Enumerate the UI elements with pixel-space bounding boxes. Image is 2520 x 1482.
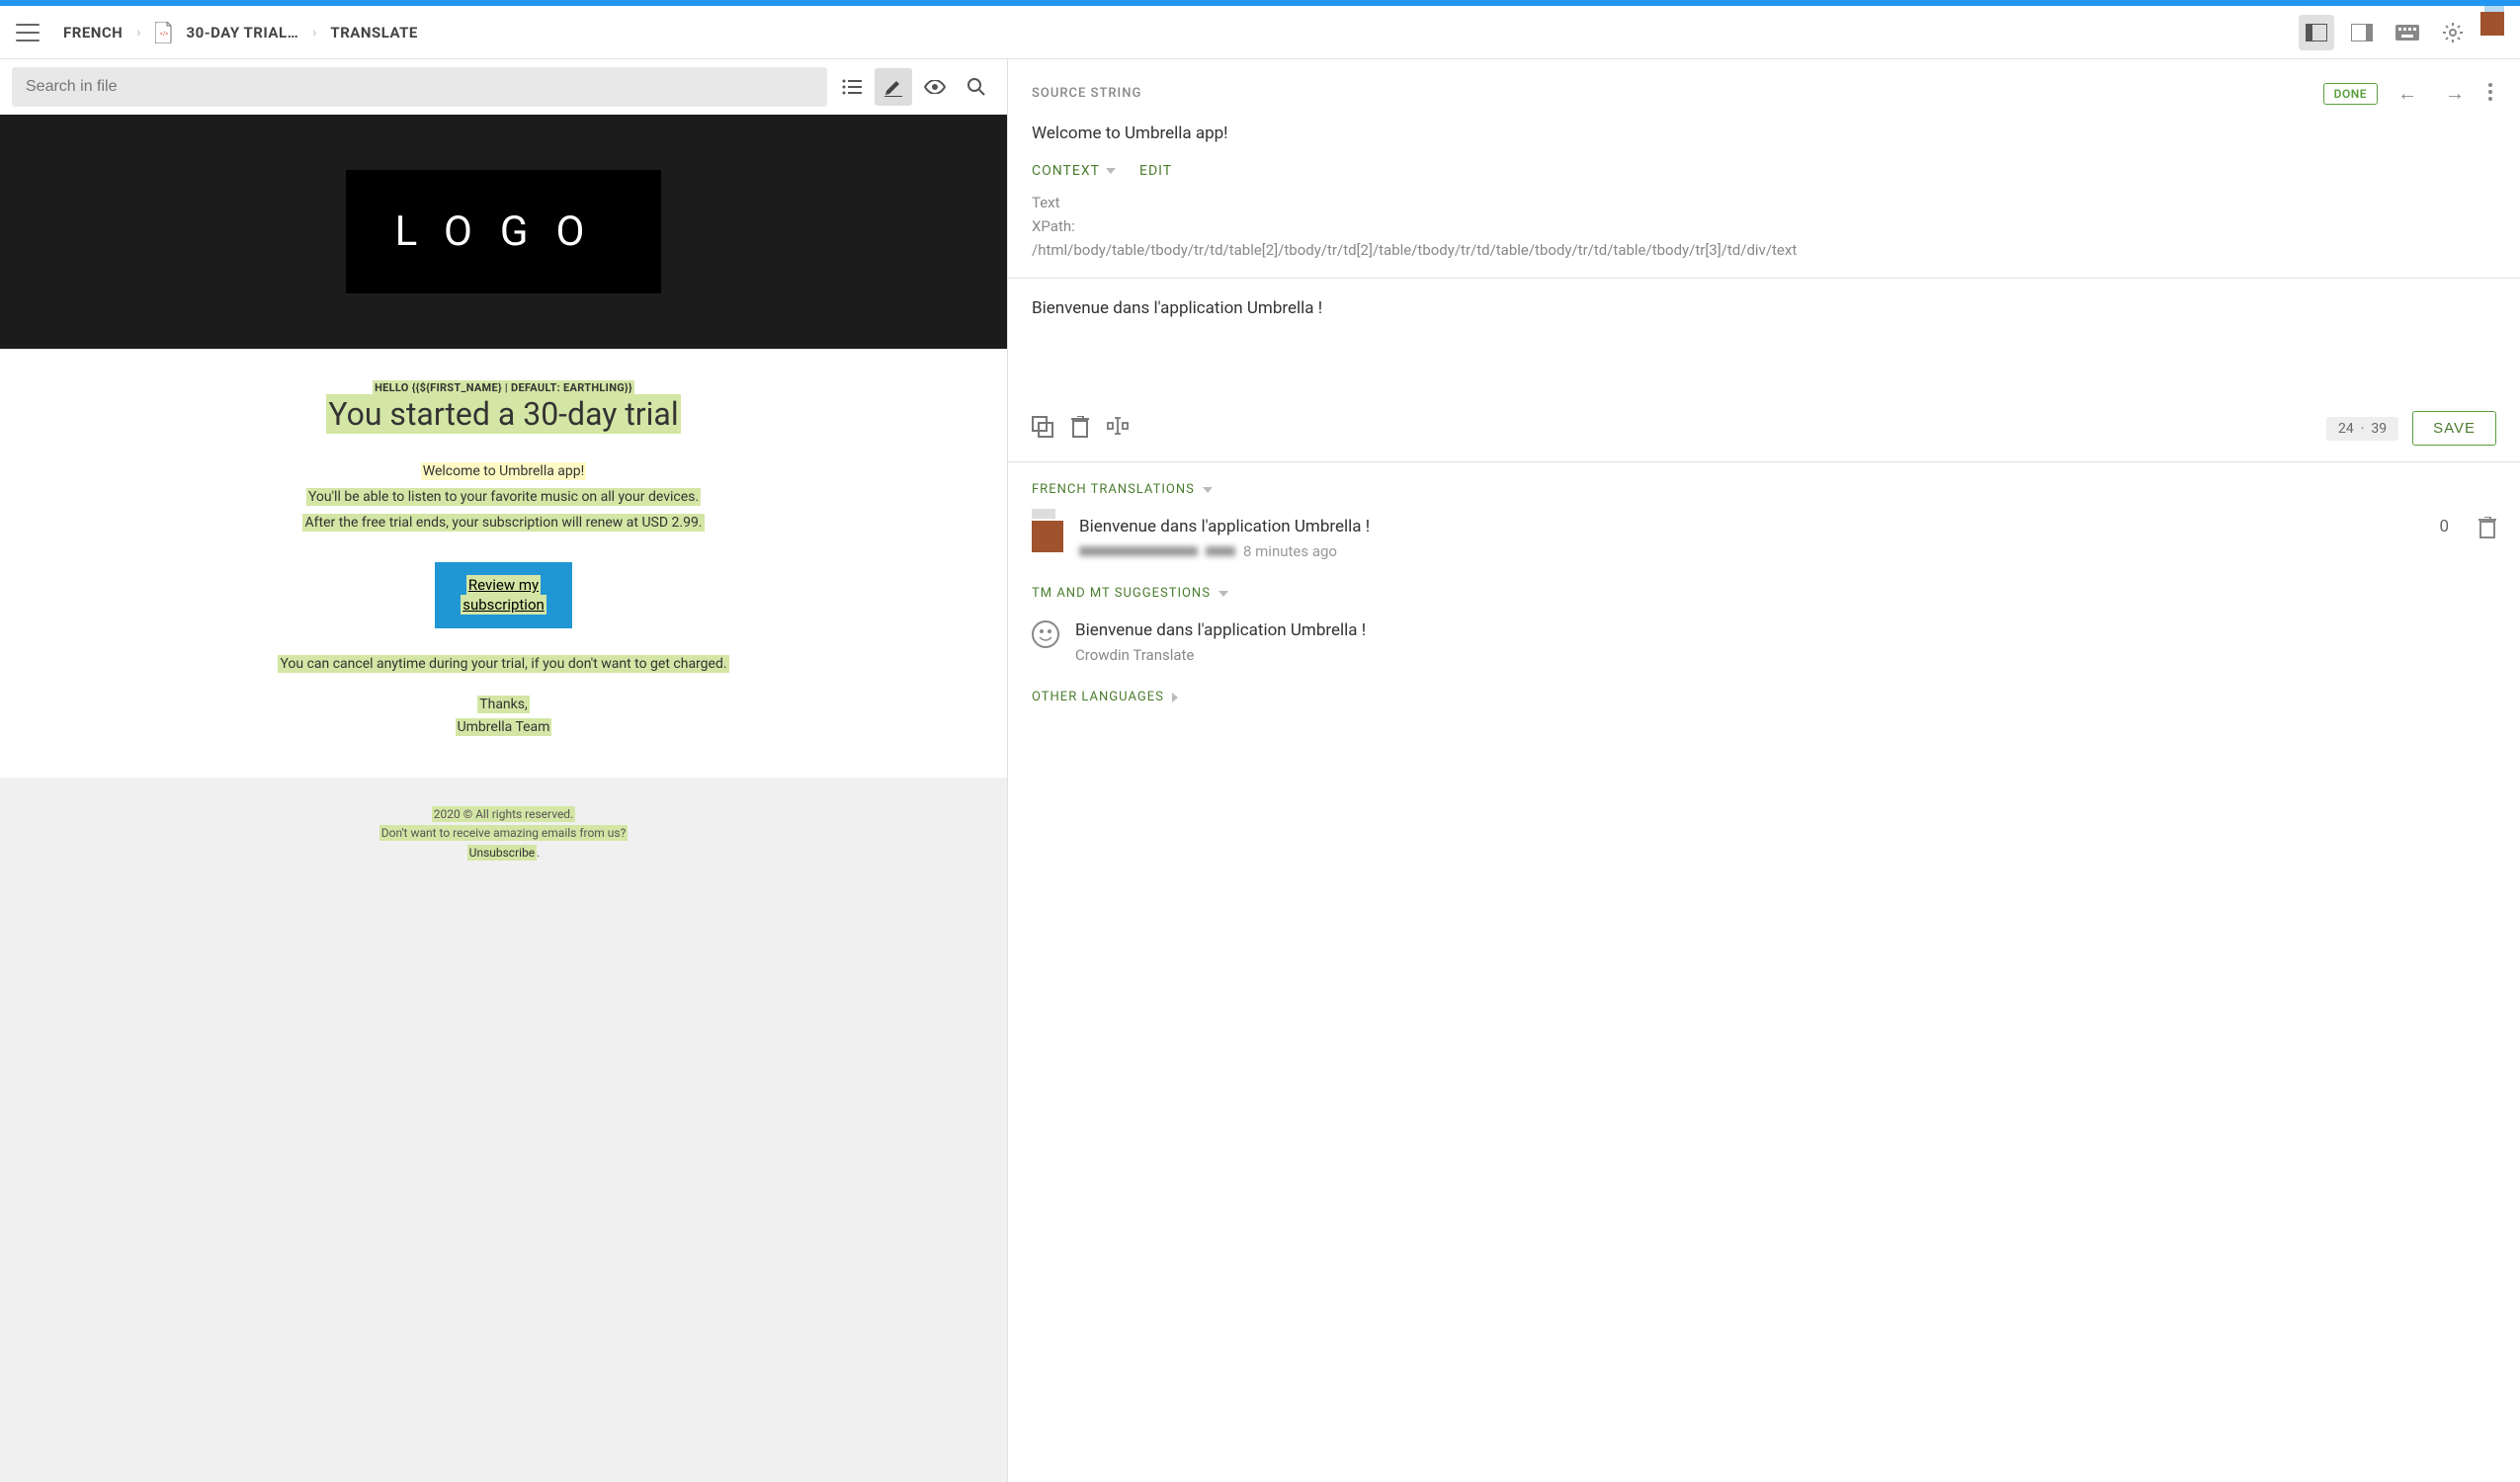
translation-text: Bienvenue dans l'application Umbrella ! (1079, 517, 2409, 536)
pencil-icon[interactable] (875, 68, 912, 106)
welcome-text[interactable]: Welcome to Umbrella app! (421, 462, 587, 480)
keyboard-icon[interactable] (2390, 15, 2425, 50)
chevron-right-icon: › (136, 25, 140, 41)
mt-engine-icon (1032, 620, 1059, 648)
breadcrumb-mode[interactable]: TRANSLATE (330, 24, 417, 41)
mt-source: Crowdin Translate (1075, 646, 2496, 664)
body-line-2[interactable]: You'll be able to listen to your favorit… (306, 488, 701, 506)
edit-link[interactable]: EDIT (1139, 163, 1172, 179)
tm-suggestions-toggle[interactable]: TM AND MT SUGGESTIONS (1032, 586, 2496, 601)
french-translations-toggle[interactable]: FRENCH TRANSLATIONS (1032, 482, 2496, 497)
cancel-note[interactable]: You can cancel anytime during your trial… (278, 655, 728, 673)
logo: LOGO (346, 170, 662, 293)
main-content: LOGO HELLO {{${FIRST_NAME} | DEFAULT: EA… (0, 59, 2520, 1482)
left-panel: LOGO HELLO {{${FIRST_NAME} | DEFAULT: EA… (0, 59, 1008, 1482)
body-line-3[interactable]: After the free trial ends, your subscrip… (302, 514, 704, 532)
save-button[interactable]: SAVE (2412, 411, 2496, 446)
editor-toolbar: 24 · 39 SAVE (1032, 411, 2496, 446)
breadcrumb-file[interactable]: 30-DAY TRIAL… (187, 24, 299, 41)
email-preview[interactable]: LOGO HELLO {{${FIRST_NAME} | DEFAULT: EA… (0, 115, 1007, 1482)
next-arrow-icon[interactable]: → (2437, 77, 2473, 110)
source-header: SOURCE STRING DONE ← → (1032, 77, 2496, 110)
svg-text:</>: </> (159, 31, 168, 38)
cta-button[interactable]: Review my subscription (435, 562, 572, 628)
layout-right-icon[interactable] (2344, 15, 2380, 50)
chevron-down-icon (1203, 487, 1213, 493)
email-body: HELLO {{${FIRST_NAME} | DEFAULT: EARTHLI… (0, 349, 1007, 778)
right-panel: SOURCE STRING DONE ← → Welcome to Umbrel… (1008, 59, 2520, 1482)
divider (1008, 461, 2520, 462)
unsubscribe-question[interactable]: Don't want to receive amazing emails fro… (379, 825, 629, 841)
header: FRENCH › </> 30-DAY TRIAL… › TRANSLATE (0, 6, 2520, 59)
vote-count[interactable]: 0 (2425, 517, 2463, 536)
more-vert-icon[interactable] (2484, 79, 2496, 109)
unsubscribe-link[interactable]: Unsubscribe (467, 845, 538, 861)
copyright-text[interactable]: 2020 © All rights reserved. (432, 806, 576, 822)
user-avatar-small (1032, 521, 1063, 552)
zoom-icon[interactable] (958, 68, 995, 106)
context-toggle[interactable]: CONTEXT (1032, 163, 1116, 179)
layout-left-icon[interactable] (2299, 15, 2334, 50)
copy-source-icon[interactable] (1032, 416, 1053, 442)
translation-input[interactable]: Bienvenue dans l'application Umbrella ! (1032, 294, 2496, 403)
chevron-right-icon (1172, 693, 1178, 702)
text-cursor-icon[interactable] (1107, 416, 1129, 442)
thanks-text[interactable]: Thanks, (477, 696, 530, 713)
clear-icon[interactable] (1071, 416, 1089, 442)
list-icon[interactable] (833, 68, 871, 106)
user-avatar[interactable] (2480, 30, 2504, 36)
menu-icon[interactable] (16, 24, 40, 41)
char-count: 24 · 39 (2326, 417, 2398, 441)
breadcrumb-language[interactable]: FRENCH (63, 24, 123, 41)
email-footer: 2020 © All rights reserved. Don't want t… (0, 778, 1007, 876)
divider (1008, 278, 2520, 279)
search-toolbar (0, 59, 1007, 115)
gear-icon[interactable] (2435, 15, 2471, 50)
file-icon: </> (155, 22, 173, 43)
trash-icon[interactable] (2478, 517, 2496, 542)
mt-text: Bienvenue dans l'application Umbrella ! (1075, 620, 2496, 640)
title-text[interactable]: You started a 30-day trial (326, 394, 680, 434)
header-actions (2299, 15, 2504, 50)
translation-item[interactable]: Bienvenue dans l'application Umbrella ! … (1032, 511, 2496, 566)
chevron-down-icon (1106, 168, 1116, 174)
context-info: Text XPath: /html/body/table/tbody/tr/td… (1032, 191, 2496, 262)
source-string-text: Welcome to Umbrella app! (1032, 124, 2496, 143)
eye-icon[interactable] (916, 68, 954, 106)
greeting-text[interactable]: HELLO {{${FIRST_NAME} | DEFAULT: EARTHLI… (373, 380, 634, 395)
search-input[interactable] (12, 67, 827, 107)
breadcrumb: FRENCH › </> 30-DAY TRIAL… › TRANSLATE (63, 22, 2299, 43)
done-badge[interactable]: DONE (2323, 83, 2378, 105)
chevron-down-icon (1218, 591, 1228, 597)
email-header: LOGO (0, 115, 1007, 349)
translation-meta: 8 minutes ago (1079, 542, 2409, 560)
other-languages-toggle[interactable]: OTHER LANGUAGES (1032, 690, 2496, 704)
source-label: SOURCE STRING (1032, 86, 1141, 101)
chevron-right-icon: › (312, 25, 316, 41)
prev-arrow-icon[interactable]: ← (2390, 77, 2425, 110)
mt-suggestion-item[interactable]: Bienvenue dans l'application Umbrella ! … (1032, 615, 2496, 670)
team-text[interactable]: Umbrella Team (456, 718, 552, 736)
